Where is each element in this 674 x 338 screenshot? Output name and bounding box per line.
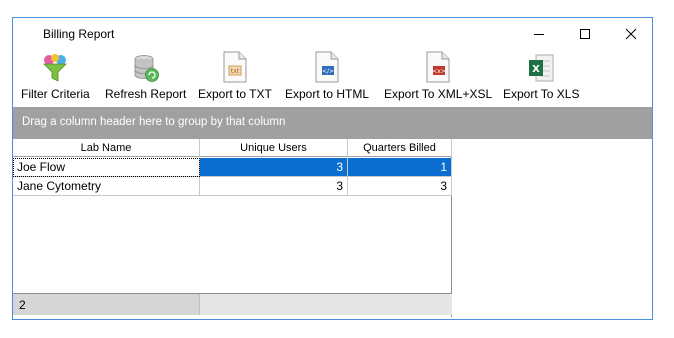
group-by-hint: Drag a column header here to group by th… [22, 116, 286, 128]
unique-users-cell[interactable]: 3 [200, 158, 348, 177]
export-xls-button[interactable]: X Export To XLS [503, 49, 580, 103]
export-html-button[interactable]: </> Export to HTML [285, 49, 369, 103]
unique-users-cell[interactable]: 3 [200, 177, 348, 196]
maximize-icon [580, 28, 590, 39]
column-header-lab-name[interactable]: Lab Name [13, 139, 200, 157]
column-header-quarters-billed[interactable]: Quarters Billed [348, 139, 452, 157]
export-txt-label: Export to TXT [198, 87, 272, 101]
html-file-icon: </> [315, 51, 339, 83]
filter-criteria-button[interactable]: Filter Criteria [21, 49, 90, 103]
txt-file-icon: txt [223, 51, 247, 83]
column-header-unique-users[interactable]: Unique Users [200, 139, 348, 157]
grid-header: Lab Name Unique Users Quarters Billed [13, 139, 452, 157]
close-icon [625, 28, 637, 39]
svg-text:</>: </> [322, 68, 334, 75]
window-title: Billing Report [43, 27, 115, 41]
export-txt-button[interactable]: txt Export to TXT [198, 49, 272, 103]
svg-text:txt: txt [231, 68, 240, 75]
lab-name-cell[interactable]: Jane Cytometry [13, 177, 200, 196]
minimize-button[interactable] [516, 18, 562, 49]
filter-criteria-label: Filter Criteria [21, 87, 90, 101]
title-bar: Billing Report [13, 18, 652, 49]
refresh-report-label: Refresh Report [105, 87, 187, 101]
close-button[interactable] [608, 18, 654, 49]
billing-report-window: Billing Report Filter Criteria Refresh R… [12, 17, 653, 320]
export-xml-xsl-button[interactable]: <x> Export To XML+XSL [384, 49, 492, 103]
quarters-billed-cell[interactable]: 1 [348, 158, 452, 177]
billing-grid: Lab Name Unique Users Quarters Billed Jo… [13, 139, 452, 317]
funnel-icon [43, 54, 68, 82]
svg-text:<x>: <x> [432, 68, 446, 75]
database-refresh-icon [134, 55, 159, 82]
maximize-button[interactable] [562, 18, 608, 49]
minimize-icon [534, 33, 544, 35]
xml-file-icon: <x> [426, 51, 450, 83]
quarters-billed-cell[interactable]: 3 [348, 177, 452, 196]
lab-name-cell[interactable]: Joe Flow [13, 158, 200, 177]
table-row[interactable]: Jane Cytometry 3 3 [13, 177, 452, 196]
group-by-area[interactable]: Drag a column header here to group by th… [13, 107, 652, 139]
excel-file-icon: X [529, 54, 554, 82]
export-xml-xsl-label: Export To XML+XSL [384, 87, 493, 101]
refresh-report-button[interactable]: Refresh Report [105, 49, 186, 103]
export-xls-label: Export To XLS [503, 87, 580, 101]
grid-footer: 2 [13, 293, 452, 315]
svg-text:X: X [532, 64, 540, 75]
export-html-label: Export to HTML [285, 87, 370, 101]
toolbar: Filter Criteria Refresh Report txt Expor… [13, 49, 652, 103]
table-row[interactable]: Joe Flow 3 1 [13, 158, 452, 177]
row-count: 2 [13, 294, 200, 315]
